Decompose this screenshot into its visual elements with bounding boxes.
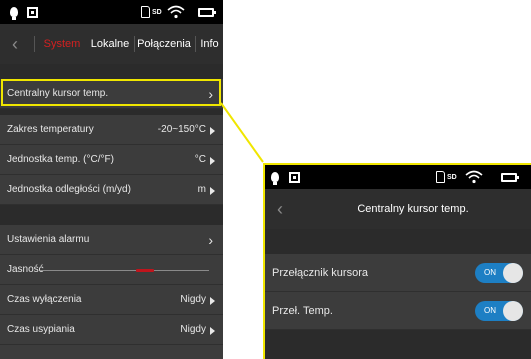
temp-switch-toggle[interactable]: ON	[475, 301, 523, 321]
wifi-icon	[167, 0, 185, 24]
tab-connections[interactable]: Połączenia	[134, 24, 194, 64]
arrow-right-icon	[210, 297, 215, 305]
sleep-time-row[interactable]: Czas usypiania Nigdy	[0, 315, 223, 345]
settings-tabs: ‹ System Lokalne Połączenia Info	[0, 24, 223, 64]
sd-card-icon: SD	[141, 0, 162, 24]
distance-unit-label: Jednostka odległości (m/yd)	[7, 184, 131, 195]
status-bar: SD	[265, 165, 531, 189]
sleep-time-value: Nigdy	[180, 324, 206, 335]
status-bar: SD	[0, 0, 223, 24]
flashlight-icon	[271, 165, 279, 189]
system-settings-screen: SD ‹ System Lokalne Połączenia Info Cent…	[0, 0, 223, 359]
alarm-settings-label: Ustawienia alarmu	[7, 234, 90, 245]
temp-unit-label: Jednostka temp. (°C/°F)	[7, 154, 114, 165]
cursor-switch-row[interactable]: Przełącznik kursora ON	[265, 254, 531, 292]
alarm-settings-row[interactable]: Ustawienia alarmu ›	[0, 225, 223, 255]
arrow-right-icon	[210, 187, 215, 195]
back-icon[interactable]: ‹	[12, 24, 18, 64]
page-title: Centralny kursor temp.	[357, 203, 469, 215]
sleep-time-label: Czas usypiania	[7, 324, 75, 335]
brightness-slider[interactable]	[40, 270, 209, 271]
arrow-right-icon	[210, 157, 215, 165]
battery-icon	[501, 165, 519, 189]
flashlight-icon	[10, 0, 18, 24]
temp-switch-row[interactable]: Przeł. Temp. ON	[265, 292, 531, 330]
chevron-right-icon: ›	[208, 232, 213, 248]
gallery-icon	[289, 165, 300, 189]
sd-card-icon: SD	[436, 165, 457, 189]
arrow-right-icon	[210, 327, 215, 335]
brightness-label: Jasność	[7, 264, 44, 275]
brightness-slider-handle[interactable]	[135, 269, 154, 272]
temp-unit-value: °C	[194, 154, 206, 165]
temp-range-label: Zakres temperatury	[7, 124, 94, 135]
temp-switch-label: Przeł. Temp.	[272, 305, 333, 317]
battery-icon	[198, 0, 216, 24]
distance-unit-row[interactable]: Jednostka odległości (m/yd) m	[0, 175, 223, 205]
temp-range-row[interactable]: Zakres temperatury -20~150°C	[0, 115, 223, 145]
highlight-frame	[1, 79, 221, 106]
tab-system[interactable]: System	[37, 24, 87, 64]
detail-header: ‹ Centralny kursor temp.	[265, 189, 531, 229]
wifi-icon	[465, 165, 483, 189]
tab-info[interactable]: Info	[196, 24, 223, 64]
callout-connector	[220, 102, 264, 163]
gallery-icon	[27, 0, 38, 24]
center-cursor-detail-screen: SD ‹ Centralny kursor temp. Przełącznik …	[263, 163, 531, 359]
cursor-switch-toggle[interactable]: ON	[475, 263, 523, 283]
cursor-switch-label: Przełącznik kursora	[272, 267, 368, 279]
back-icon[interactable]: ‹	[277, 189, 283, 229]
shutdown-time-label: Czas wyłączenia	[7, 294, 82, 305]
temp-unit-row[interactable]: Jednostka temp. (°C/°F) °C	[0, 145, 223, 175]
temp-range-value: -20~150°C	[157, 124, 206, 135]
tab-local[interactable]: Lokalne	[86, 24, 134, 64]
distance-unit-value: m	[197, 184, 206, 195]
arrow-right-icon	[210, 127, 215, 135]
shutdown-time-value: Nigdy	[180, 294, 206, 305]
brightness-row: Jasność	[0, 255, 223, 285]
shutdown-time-row[interactable]: Czas wyłączenia Nigdy	[0, 285, 223, 315]
